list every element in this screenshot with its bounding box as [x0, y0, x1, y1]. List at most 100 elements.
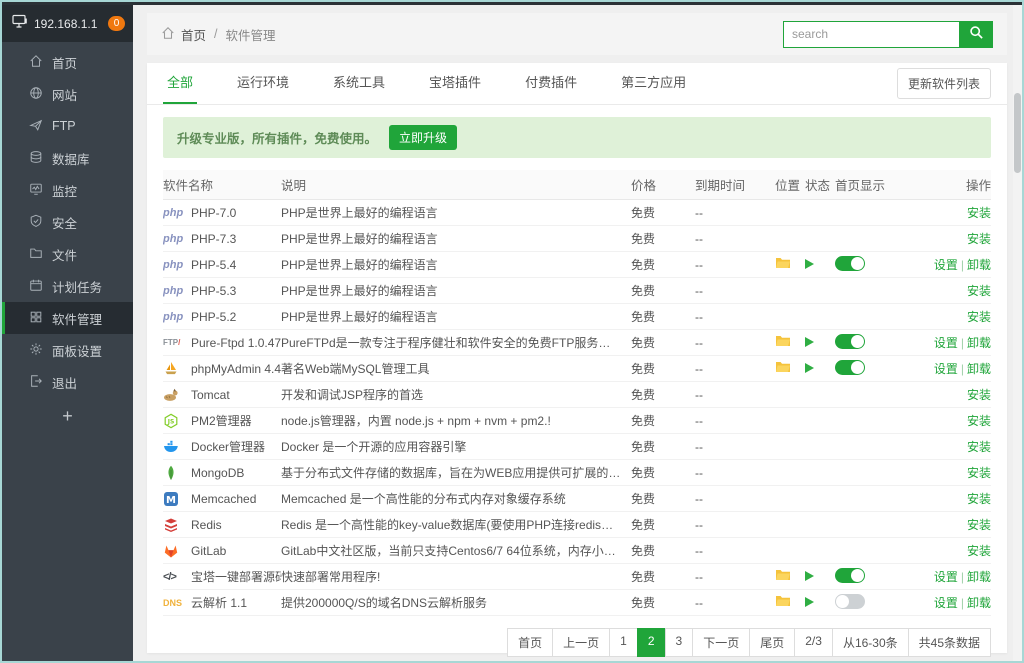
open-folder-icon[interactable] — [775, 259, 791, 273]
install-link[interactable]: 安装 — [967, 388, 991, 402]
software-description: PHP是世界上最好的编程语言 — [281, 256, 631, 273]
redis-icon — [163, 517, 191, 533]
scrollbar-thumb[interactable] — [1014, 93, 1021, 173]
sidebar-item-monitor[interactable]: 监控 — [2, 174, 133, 206]
home-show-toggle[interactable] — [835, 334, 865, 349]
location-cell — [775, 594, 805, 611]
open-folder-icon[interactable] — [775, 597, 791, 611]
install-link[interactable]: 安装 — [967, 206, 991, 220]
tab-all[interactable]: 全部 — [163, 63, 197, 104]
database-icon — [29, 150, 52, 167]
install-link[interactable]: 安装 — [967, 232, 991, 246]
service-running-icon[interactable] — [805, 597, 814, 607]
service-running-icon[interactable] — [805, 571, 814, 581]
settings-link[interactable]: 设置 — [934, 336, 958, 350]
home-show-toggle[interactable] — [835, 568, 865, 583]
uninstall-link[interactable]: 卸载 — [967, 570, 991, 584]
settings-link[interactable]: 设置 — [934, 570, 958, 584]
uninstall-link[interactable]: 卸载 — [967, 336, 991, 350]
open-folder-icon[interactable] — [775, 363, 791, 377]
install-link[interactable]: 安装 — [967, 310, 991, 324]
sidebar-item-logout[interactable]: 退出 — [2, 366, 133, 398]
install-link[interactable]: 安装 — [967, 544, 991, 558]
update-software-list-button[interactable]: 更新软件列表 — [897, 68, 991, 99]
table-row: </>宝塔一键部署源码 1.1快速部署常用程序!免费--设置|卸载 — [163, 564, 991, 590]
tab-third-party[interactable]: 第三方应用 — [617, 63, 690, 104]
home-show-toggle[interactable] — [835, 256, 865, 271]
software-description: 快速部署常用程序! — [281, 568, 631, 585]
nodejs-icon: JS — [163, 413, 191, 429]
pagination-page-1[interactable]: 1 — [609, 628, 638, 657]
tab-bt-plugins[interactable]: 宝塔插件 — [425, 63, 485, 104]
pagination-page-2[interactable]: 2 — [637, 628, 666, 657]
service-running-icon[interactable] — [805, 259, 814, 269]
uninstall-link[interactable]: 卸载 — [967, 362, 991, 376]
sidebar-item-database[interactable]: 数据库 — [2, 142, 133, 174]
settings-link[interactable]: 设置 — [934, 258, 958, 272]
sidebar-item-shield[interactable]: 安全 — [2, 206, 133, 238]
service-running-icon[interactable] — [805, 363, 814, 373]
upgrade-now-button[interactable]: 立即升级 — [389, 125, 457, 150]
install-link[interactable]: 安装 — [967, 466, 991, 480]
expire-value: -- — [695, 518, 775, 532]
uninstall-link[interactable]: 卸载 — [967, 596, 991, 610]
sidebar-nav: 首页网站FTP 数据库监控安全文件计划任务软件管理面板设置退出 — [2, 42, 133, 398]
sidebar-item-ftp[interactable]: FTP — [2, 110, 133, 142]
install-link[interactable]: 安装 — [967, 440, 991, 454]
software-name: phpPHP-7.3 — [163, 232, 281, 246]
action-cell: 设置|卸载 — [905, 360, 991, 377]
sidebar-item-calendar[interactable]: 计划任务 — [2, 270, 133, 302]
ftp-icon — [29, 118, 52, 135]
settings-link[interactable]: 设置 — [934, 362, 958, 376]
software-name: phpPHP-5.3 — [163, 284, 281, 298]
action-cell: 安装 — [905, 230, 991, 247]
breadcrumb-bar: 首页 / 软件管理 — [147, 13, 1007, 55]
software-name: phpPHP-5.4 — [163, 258, 281, 272]
search-button[interactable] — [959, 21, 993, 48]
home-show-toggle[interactable] — [835, 360, 865, 375]
service-running-icon[interactable] — [805, 337, 814, 347]
price-value: 免费 — [631, 412, 695, 429]
sidebar-item-label: 数据库 — [52, 149, 90, 168]
column-header: 操作 — [905, 175, 991, 194]
price-value: 免费 — [631, 542, 695, 559]
home-show-toggle[interactable] — [835, 594, 865, 609]
logout-icon — [29, 374, 52, 391]
sidebar-item-label: 安全 — [52, 213, 77, 232]
open-folder-icon[interactable] — [775, 571, 791, 585]
sidebar-item-grid[interactable]: 软件管理 — [2, 302, 133, 334]
open-folder-icon[interactable] — [775, 337, 791, 351]
sidebar-item-globe[interactable]: 网站 — [2, 78, 133, 110]
table-row: phpPHP-5.3PHP是世界上最好的编程语言免费--安装 — [163, 278, 991, 304]
sidebar-item-gear[interactable]: 面板设置 — [2, 334, 133, 366]
install-link[interactable]: 安装 — [967, 414, 991, 428]
install-link[interactable]: 安装 — [967, 284, 991, 298]
tab-system-tools[interactable]: 系统工具 — [329, 63, 389, 104]
search-input[interactable] — [783, 21, 959, 48]
install-link[interactable]: 安装 — [967, 518, 991, 532]
sidebar-item-home[interactable]: 首页 — [2, 46, 133, 78]
pagination-page-3[interactable]: 3 — [665, 628, 694, 657]
pagination-last[interactable]: 尾页 — [749, 628, 795, 657]
software-description: 著名Web端MySQL管理工具 — [281, 360, 631, 377]
page-scrollbar[interactable] — [1013, 5, 1022, 661]
breadcrumb-home-link[interactable]: 首页 — [181, 25, 206, 44]
settings-link[interactable]: 设置 — [934, 596, 958, 610]
pagination-prev[interactable]: 上一页 — [552, 628, 610, 657]
message-count-badge[interactable]: 0 — [108, 16, 125, 31]
table-row: phpPHP-5.4PHP是世界上最好的编程语言免费--设置|卸载 — [163, 252, 991, 278]
pagination-next[interactable]: 下一页 — [692, 628, 750, 657]
uninstall-link[interactable]: 卸载 — [967, 258, 991, 272]
install-link[interactable]: 安装 — [967, 492, 991, 506]
pagination-first[interactable]: 首页 — [507, 628, 553, 657]
home-show-cell — [835, 360, 905, 378]
sidebar-item-folder[interactable]: 文件 — [2, 238, 133, 270]
shield-icon — [29, 214, 52, 231]
gear-icon — [29, 342, 52, 359]
tab-runtime[interactable]: 运行环境 — [233, 63, 293, 104]
expire-value: -- — [695, 440, 775, 454]
price-value: 免费 — [631, 360, 695, 377]
sidebar-add-button[interactable]: + — [2, 406, 133, 427]
table-body: phpPHP-7.0PHP是世界上最好的编程语言免费--安装phpPHP-7.3… — [163, 200, 991, 616]
tab-paid-plugins[interactable]: 付费插件 — [521, 63, 581, 104]
